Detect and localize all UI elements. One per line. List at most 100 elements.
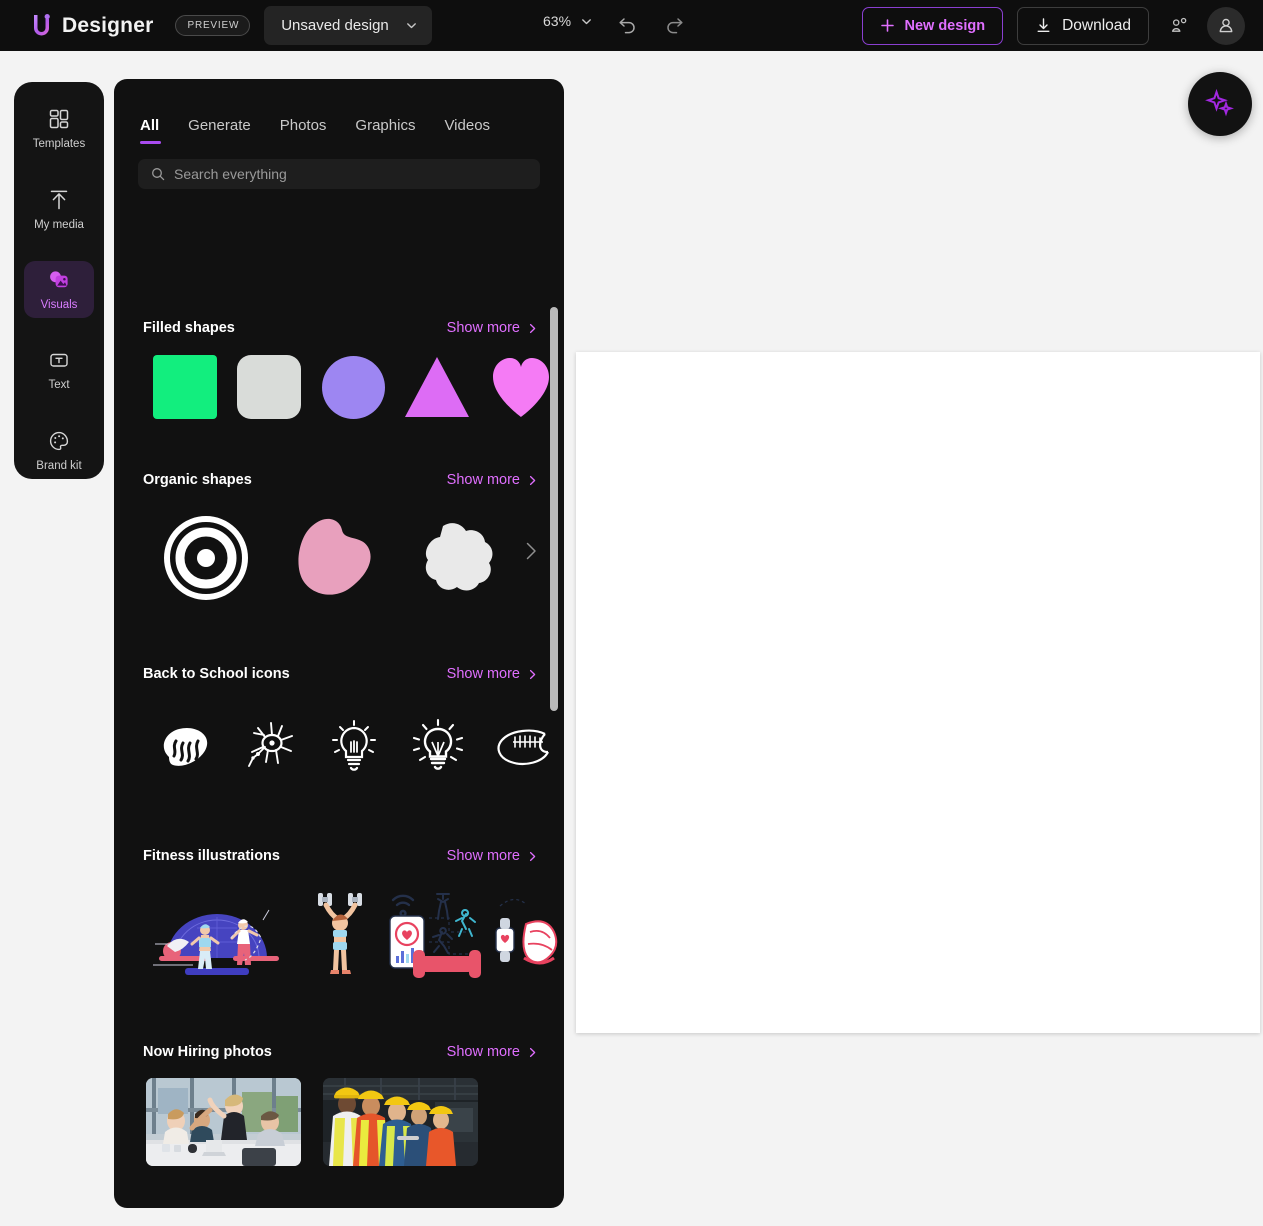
sidebar-item-label: Text [48,379,70,392]
app-name: Designer [62,13,154,37]
mitochondria-icon[interactable] [143,721,227,773]
sidebar-item-label: Templates [32,138,86,151]
section-header-now-hiring-photos: Now Hiring photos Show more [114,1044,564,1060]
section-header-filled-shapes: Filled shapes Show more [114,320,564,336]
zoom-control[interactable]: 63% [543,13,593,29]
sidebar-item-label: Brand kit [36,459,82,472]
new-design-button[interactable]: New design [862,6,1004,45]
visuals-panel: All Generate Photos Graphics Videos Sear… [114,79,564,1208]
tab-generate[interactable]: Generate [188,117,251,144]
office-team-highfive-photo[interactable] [146,1078,301,1166]
sidebar-item-brand-kit[interactable]: Brand kit [24,421,94,479]
history-controls [616,12,686,36]
white-cloud-blob-shape[interactable] [395,518,521,598]
section-header-fitness-illustrations: Fitness illustrations Show more [114,848,564,864]
zoom-level-label: 63% [543,13,572,29]
purple-triangle-shape[interactable] [395,355,479,419]
chevron-right-icon [529,475,536,485]
pink-blob-shape[interactable] [269,516,395,600]
sidebar-item-text[interactable]: Text [24,341,94,399]
show-more-filled-shapes[interactable]: Show more [447,320,538,336]
section-title: Fitness illustrations [143,848,280,864]
panel-scrollbar-thumb[interactable] [550,307,558,711]
share-icon [1171,17,1187,32]
dumbbell-lift-illustration[interactable] [298,884,383,980]
sidebar-item-my-media[interactable]: My media [24,180,94,238]
ai-assistant-button[interactable] [1188,72,1252,136]
visuals-image-icon [50,271,68,288]
download-icon [1037,18,1050,32]
section-header-back-to-school-icons: Back to School icons Show more [114,666,564,682]
upload-arrow-icon [50,190,68,209]
show-more-back-to-school-icons[interactable]: Show more [447,666,538,682]
tab-photos[interactable]: Photos [280,117,327,144]
download-label: Download [1062,16,1131,34]
top-right-actions: New design Download [862,0,1245,51]
green-square-shape[interactable] [143,355,227,419]
document-name-dropdown[interactable]: Unsaved design [264,6,432,45]
new-design-label: New design [904,17,986,34]
redo-icon[interactable] [662,12,686,36]
section-title: Organic shapes [143,472,252,488]
user-avatar[interactable] [1207,6,1245,45]
chevron-right-icon [529,851,536,861]
chevron-down-icon [582,18,591,24]
preview-badge: PREVIEW [175,15,251,36]
chevron-right-icon [529,323,536,333]
panel-scrollbar-track[interactable] [550,307,558,711]
chevron-right-icon [529,1047,536,1057]
lightbulb-rays-icon[interactable] [396,718,480,776]
panel-tabs: All Generate Photos Graphics Videos [114,79,564,144]
show-more-label: Show more [446,666,520,682]
designer-app-window: Designer PREVIEW Unsaved design 63% New … [0,0,1263,1226]
organic-shapes-row [114,512,564,604]
now-hiring-photos-row [114,1078,564,1166]
neuron-icon[interactable] [227,719,311,775]
section-title: Back to School icons [143,666,290,682]
football-icon[interactable] [480,726,564,768]
design-page[interactable] [576,352,1260,1033]
search-icon [152,168,165,181]
panel-scroll-content: Filled shapes Show more Organic shapes S… [114,294,564,1208]
show-more-label: Show more [446,320,520,336]
top-toolbar: Designer PREVIEW Unsaved design 63% New … [0,0,1263,51]
sidebar-item-label: Visuals [40,298,78,311]
canvas-workspace[interactable] [564,51,1263,1226]
search-input[interactable]: Search everything [138,159,540,189]
search-placeholder: Search everything [174,166,287,182]
download-button[interactable]: Download [1017,6,1149,45]
tab-graphics[interactable]: Graphics [355,117,415,144]
gym-workout-illustration[interactable] [143,884,298,980]
fitness-app-illustration[interactable] [382,884,486,980]
lightbulb-icon[interactable] [311,718,395,776]
organic-shapes-next-arrow-icon[interactable] [520,540,542,562]
tab-videos[interactable]: Videos [444,117,490,144]
sidebar-item-label: My media [34,218,84,231]
app-logo[interactable]: Designer [28,12,153,40]
designer-logo-icon [34,13,50,35]
left-sidebar: Templates My media Visuals Text Brand ki… [14,82,104,479]
filled-shapes-row [114,354,564,420]
sidebar-item-templates[interactable]: Templates [24,100,94,158]
sparkle-icon [1205,89,1234,117]
rounded-square-shape[interactable] [227,355,311,419]
chevron-right-icon [529,669,536,679]
templates-grid-icon [49,110,69,129]
section-title: Filled shapes [143,320,235,336]
construction-workers-photo[interactable] [323,1078,478,1166]
show-more-fitness-illustrations[interactable]: Show more [447,848,538,864]
show-more-organic-shapes[interactable]: Show more [447,472,538,488]
document-name-label: Unsaved design [281,17,389,34]
show-more-now-hiring-photos[interactable]: Show more [447,1044,538,1060]
tab-all[interactable]: All [140,117,162,144]
show-more-label: Show more [446,472,520,488]
concentric-rings-shape[interactable] [143,516,269,600]
sidebar-item-visuals[interactable]: Visuals [24,260,94,319]
purple-circle-shape[interactable] [311,355,395,419]
show-more-label: Show more [446,848,520,864]
smartwatch-shoe-illustration[interactable] [487,884,564,980]
plus-icon [881,19,895,32]
undo-icon[interactable] [616,12,640,36]
text-box-icon [50,354,68,367]
share-button[interactable] [1161,8,1197,44]
